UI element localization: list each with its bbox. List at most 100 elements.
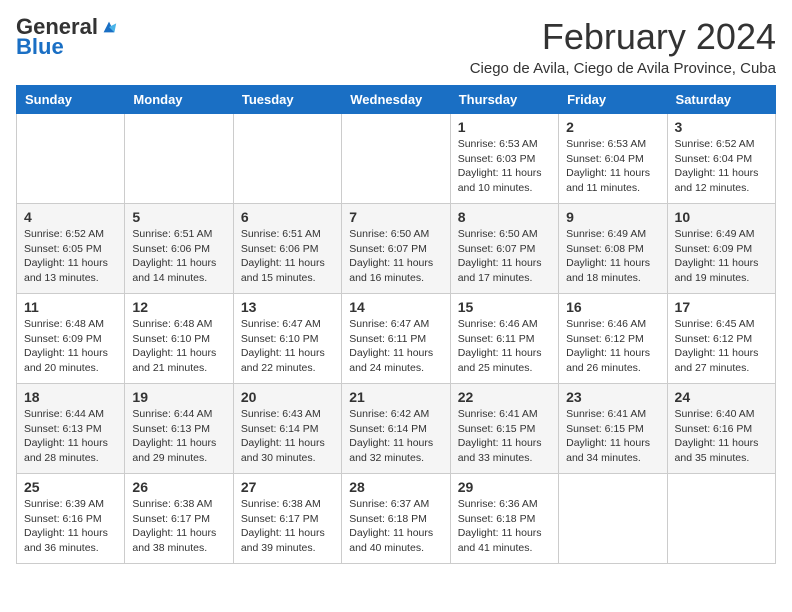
calendar-cell: 6 Sunrise: 6:51 AM Sunset: 6:06 PM Daylig… (233, 204, 341, 294)
day-info: Sunrise: 6:46 AM Sunset: 6:11 PM Dayligh… (458, 317, 551, 376)
day-number: 17 (675, 299, 768, 315)
day-info: Sunrise: 6:44 AM Sunset: 6:13 PM Dayligh… (132, 407, 225, 466)
calendar-cell: 12 Sunrise: 6:48 AM Sunset: 6:10 PM Dayli… (125, 294, 233, 384)
day-number: 3 (675, 119, 768, 135)
logo-blue-text: Blue (16, 34, 64, 60)
day-number: 5 (132, 209, 225, 225)
calendar-cell (667, 474, 775, 564)
calendar-cell: 20Sunrise: 6:43 AM Sunset: 6:14 PM Dayli… (233, 384, 341, 474)
day-number: 29 (458, 479, 551, 495)
day-info: Sunrise: 6:39 AM Sunset: 6:16 PM Dayligh… (24, 497, 117, 556)
title-block: February 2024 Ciego de Avila, Ciego de A… (470, 16, 776, 77)
day-number: 11 (24, 299, 117, 315)
day-number: 12 (132, 299, 225, 315)
day-info: Sunrise: 6:38 AM Sunset: 6:17 PM Dayligh… (132, 497, 225, 556)
day-number: 25 (24, 479, 117, 495)
day-number: 16 (566, 299, 659, 315)
day-number: 1 (458, 119, 551, 135)
calendar-cell (342, 114, 450, 204)
day-number: 8 (458, 209, 551, 225)
calendar-cell (559, 474, 667, 564)
day-number: 2 (566, 119, 659, 135)
day-info: Sunrise: 6:49 AM Sunset: 6:08 PM Dayligh… (566, 227, 659, 286)
calendar-cell: 15 Sunrise: 6:46 AM Sunset: 6:11 PM Dayli… (450, 294, 558, 384)
day-number: 22 (458, 389, 551, 405)
calendar-cell: 19 Sunrise: 6:44 AM Sunset: 6:13 PM Dayli… (125, 384, 233, 474)
day-number: 4 (24, 209, 117, 225)
day-number: 15 (458, 299, 551, 315)
col-header-wednesday: Wednesday (342, 86, 450, 114)
calendar-cell: 24 Sunrise: 6:40 AM Sunset: 6:16 PM Dayli… (667, 384, 775, 474)
calendar-cell: 8 Sunrise: 6:50 AM Sunset: 6:07 PM Daylig… (450, 204, 558, 294)
day-number: 28 (349, 479, 442, 495)
day-info: Sunrise: 6:51 AM Sunset: 6:06 PM Dayligh… (132, 227, 225, 286)
calendar-cell: 18 Sunrise: 6:44 AM Sunset: 6:13 PM Dayli… (17, 384, 125, 474)
day-info: Sunrise: 6:52 AM Sunset: 6:04 PM Dayligh… (675, 137, 768, 196)
day-info: Sunrise: 6:49 AM Sunset: 6:09 PM Dayligh… (675, 227, 768, 286)
day-info: Sunrise: 6:52 AM Sunset: 6:05 PM Dayligh… (24, 227, 117, 286)
day-info: Sunrise: 6:48 AM Sunset: 6:10 PM Dayligh… (132, 317, 225, 376)
week-row-3: 18 Sunrise: 6:44 AM Sunset: 6:13 PM Dayli… (17, 384, 776, 474)
calendar-cell: 22 Sunrise: 6:41 AM Sunset: 6:15 PM Dayli… (450, 384, 558, 474)
col-header-tuesday: Tuesday (233, 86, 341, 114)
calendar-cell (17, 114, 125, 204)
day-info: Sunrise: 6:37 AM Sunset: 6:18 PM Dayligh… (349, 497, 442, 556)
logo: General Blue (16, 16, 118, 60)
day-number: 24 (675, 389, 768, 405)
day-info: Sunrise: 6:50 AM Sunset: 6:07 PM Dayligh… (458, 227, 551, 286)
calendar-cell: 28 Sunrise: 6:37 AM Sunset: 6:18 PM Dayli… (342, 474, 450, 564)
calendar-cell: 26 Sunrise: 6:38 AM Sunset: 6:17 PM Dayli… (125, 474, 233, 564)
day-info: Sunrise: 6:47 AM Sunset: 6:10 PM Dayligh… (241, 317, 334, 376)
day-info: Sunrise: 6:40 AM Sunset: 6:16 PM Dayligh… (675, 407, 768, 466)
month-title: February 2024 (470, 16, 776, 58)
col-header-sunday: Sunday (17, 86, 125, 114)
calendar-cell: 25 Sunrise: 6:39 AM Sunset: 6:16 PM Dayli… (17, 474, 125, 564)
day-number: 10 (675, 209, 768, 225)
logo-icon (100, 18, 118, 36)
day-info: Sunrise: 6:51 AM Sunset: 6:06 PM Dayligh… (241, 227, 334, 286)
header-row: SundayMondayTuesdayWednesdayThursdayFrid… (17, 86, 776, 114)
day-info: Sunrise: 6:50 AM Sunset: 6:07 PM Dayligh… (349, 227, 442, 286)
calendar-cell: 5 Sunrise: 6:51 AM Sunset: 6:06 PM Daylig… (125, 204, 233, 294)
calendar-cell (125, 114, 233, 204)
day-number: 27 (241, 479, 334, 495)
week-row-1: 4 Sunrise: 6:52 AM Sunset: 6:05 PM Daylig… (17, 204, 776, 294)
day-info: Sunrise: 6:45 AM Sunset: 6:12 PM Dayligh… (675, 317, 768, 376)
header: General Blue February 2024 Ciego de Avil… (16, 16, 776, 77)
calendar-cell: 11 Sunrise: 6:48 AM Sunset: 6:09 PM Dayli… (17, 294, 125, 384)
day-number: 6 (241, 209, 334, 225)
calendar-cell: 17 Sunrise: 6:45 AM Sunset: 6:12 PM Dayli… (667, 294, 775, 384)
day-number: 21 (349, 389, 442, 405)
day-number: 26 (132, 479, 225, 495)
calendar-cell: 4 Sunrise: 6:52 AM Sunset: 6:05 PM Daylig… (17, 204, 125, 294)
calendar-cell: 7 Sunrise: 6:50 AM Sunset: 6:07 PM Daylig… (342, 204, 450, 294)
calendar-cell: 10 Sunrise: 6:49 AM Sunset: 6:09 PM Dayli… (667, 204, 775, 294)
calendar-cell: 13Sunrise: 6:47 AM Sunset: 6:10 PM Dayli… (233, 294, 341, 384)
calendar-table: SundayMondayTuesdayWednesdayThursdayFrid… (16, 85, 776, 564)
day-number: 18 (24, 389, 117, 405)
day-info: Sunrise: 6:48 AM Sunset: 6:09 PM Dayligh… (24, 317, 117, 376)
week-row-2: 11 Sunrise: 6:48 AM Sunset: 6:09 PM Dayli… (17, 294, 776, 384)
calendar-cell: 9 Sunrise: 6:49 AM Sunset: 6:08 PM Daylig… (559, 204, 667, 294)
week-row-0: 1Sunrise: 6:53 AM Sunset: 6:03 PM Daylig… (17, 114, 776, 204)
day-number: 19 (132, 389, 225, 405)
day-info: Sunrise: 6:41 AM Sunset: 6:15 PM Dayligh… (566, 407, 659, 466)
calendar-cell: 23Sunrise: 6:41 AM Sunset: 6:15 PM Dayli… (559, 384, 667, 474)
calendar-cell: 1Sunrise: 6:53 AM Sunset: 6:03 PM Daylig… (450, 114, 558, 204)
day-info: Sunrise: 6:47 AM Sunset: 6:11 PM Dayligh… (349, 317, 442, 376)
col-header-saturday: Saturday (667, 86, 775, 114)
day-info: Sunrise: 6:36 AM Sunset: 6:18 PM Dayligh… (458, 497, 551, 556)
col-header-friday: Friday (559, 86, 667, 114)
calendar-cell: 27 Sunrise: 6:38 AM Sunset: 6:17 PM Dayli… (233, 474, 341, 564)
day-info: Sunrise: 6:38 AM Sunset: 6:17 PM Dayligh… (241, 497, 334, 556)
calendar-cell: 29 Sunrise: 6:36 AM Sunset: 6:18 PM Dayli… (450, 474, 558, 564)
day-info: Sunrise: 6:42 AM Sunset: 6:14 PM Dayligh… (349, 407, 442, 466)
day-number: 7 (349, 209, 442, 225)
calendar-cell: 21 Sunrise: 6:42 AM Sunset: 6:14 PM Dayli… (342, 384, 450, 474)
day-info: Sunrise: 6:44 AM Sunset: 6:13 PM Dayligh… (24, 407, 117, 466)
location-subtitle: Ciego de Avila, Ciego de Avila Province,… (470, 60, 776, 77)
day-number: 9 (566, 209, 659, 225)
day-number: 20 (241, 389, 334, 405)
day-info: Sunrise: 6:41 AM Sunset: 6:15 PM Dayligh… (458, 407, 551, 466)
calendar-cell: 14Sunrise: 6:47 AM Sunset: 6:11 PM Dayli… (342, 294, 450, 384)
